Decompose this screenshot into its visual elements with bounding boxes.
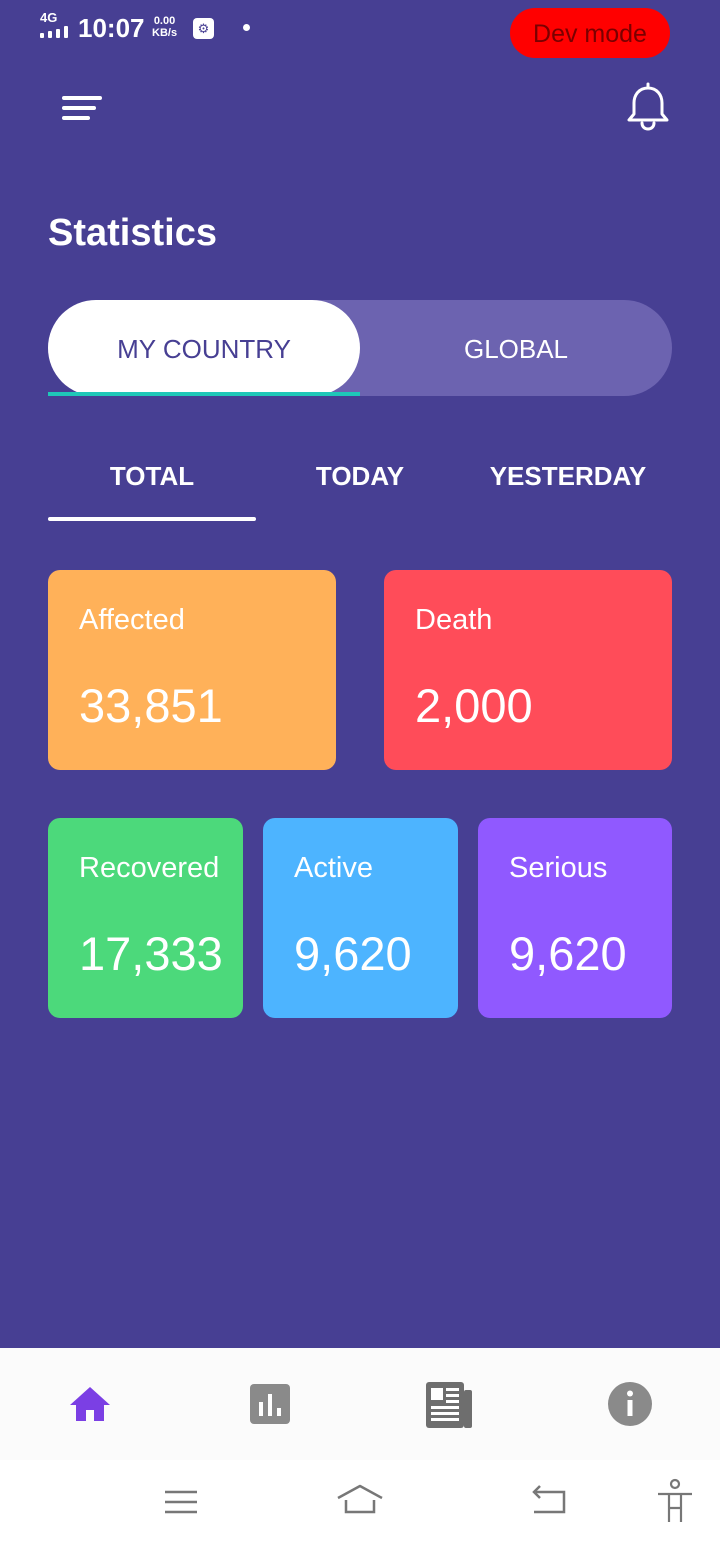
home-icon[interactable]: [64, 1378, 116, 1430]
toggle-my-country[interactable]: MY COUNTRY: [48, 300, 360, 396]
death-card: Death 2,000: [384, 570, 672, 770]
affected-card: Affected 33,851: [48, 570, 336, 770]
clock: 10:07: [78, 13, 145, 43]
recovered-value: 17,333: [79, 927, 223, 980]
notification-dot-icon: [243, 24, 250, 31]
network-type: 4G: [40, 10, 58, 25]
scope-toggle: MY COUNTRY GLOBAL: [48, 300, 672, 396]
signal-icon: [40, 26, 72, 38]
death-label: Death: [415, 604, 493, 636]
home-system-icon[interactable]: [334, 1478, 386, 1526]
active-card: Active 9,620: [263, 818, 458, 1018]
toggle-underline: [48, 392, 360, 396]
active-label: Active: [294, 852, 373, 884]
dev-mode-badge[interactable]: Dev mode: [510, 8, 670, 58]
usb-debug-icon: ⚙: [193, 18, 214, 39]
affected-value: 33,851: [79, 679, 223, 732]
app-screen: 4G 10:07 0.00 KB/s ⚙ Dev mode Statistics…: [0, 0, 720, 1544]
net-speed-value: 0.00: [153, 15, 176, 27]
page-title: Statistics: [48, 212, 217, 254]
period-tabs: TOTAL TODAY YESTERDAY: [48, 440, 672, 522]
net-speed-unit: KB/s: [152, 27, 178, 39]
accessibility-icon[interactable]: [650, 1478, 702, 1526]
serious-label: Serious: [509, 852, 608, 884]
bar-chart-icon[interactable]: [244, 1378, 296, 1430]
bottom-nav: [0, 1348, 720, 1460]
recovered-label: Recovered: [79, 852, 220, 884]
newspaper-icon[interactable]: [424, 1378, 476, 1430]
bell-icon[interactable]: [620, 80, 676, 136]
back-icon[interactable]: [522, 1478, 574, 1526]
net-speed: 0.00 KB/s: [152, 15, 177, 39]
active-value: 9,620: [294, 927, 412, 980]
toggle-global[interactable]: GLOBAL: [360, 300, 672, 396]
tab-today[interactable]: TODAY: [256, 440, 464, 510]
tab-total[interactable]: TOTAL: [48, 440, 256, 510]
recovered-card: Recovered 17,333: [48, 818, 243, 1018]
serious-card: Serious 9,620: [478, 818, 672, 1018]
tab-indicator: [48, 517, 256, 521]
tab-yesterday[interactable]: YESTERDAY: [464, 440, 672, 510]
affected-label: Affected: [79, 604, 185, 636]
status-bar: 4G 10:07 0.00 KB/s ⚙ Dev mode: [0, 0, 720, 60]
death-value: 2,000: [415, 679, 533, 732]
system-nav-bar: [0, 1460, 720, 1544]
recents-icon[interactable]: [155, 1478, 207, 1526]
serious-value: 9,620: [509, 927, 627, 980]
menu-icon[interactable]: [56, 88, 108, 128]
info-icon[interactable]: [604, 1378, 656, 1430]
